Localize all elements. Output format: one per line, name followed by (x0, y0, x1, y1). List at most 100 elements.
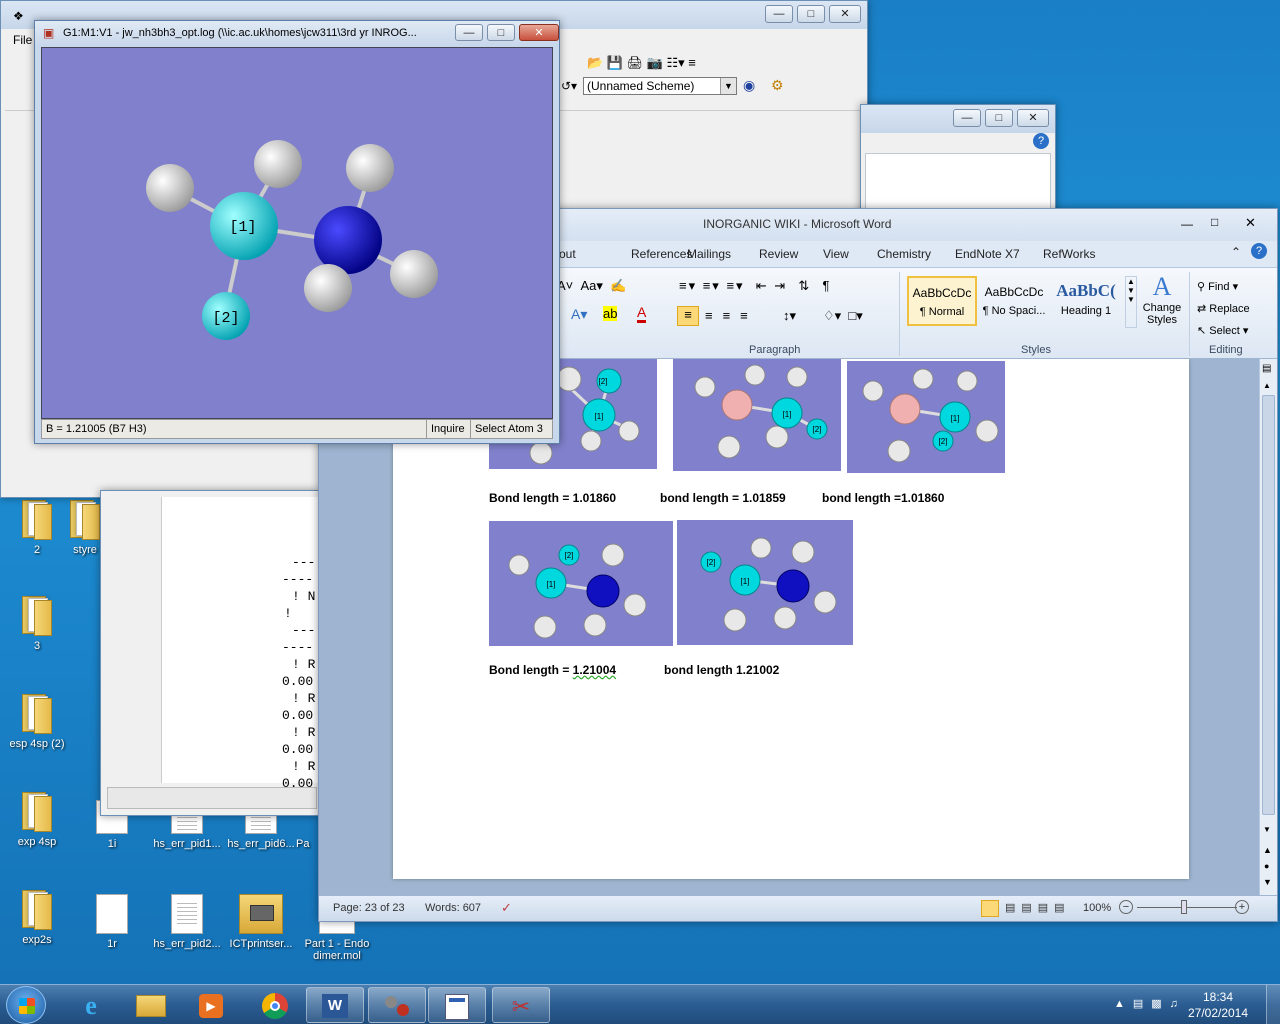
molecule-image-5[interactable]: [2] [1] (677, 520, 853, 645)
close-button[interactable]: ✕ (519, 24, 559, 41)
show-desktop-button[interactable] (1266, 985, 1280, 1024)
close-button[interactable]: ✕ (829, 5, 861, 23)
zoom-in-icon[interactable]: + (1235, 900, 1249, 914)
desktop-icon-label: styre (73, 544, 97, 556)
find-label: Find (1208, 281, 1230, 293)
shading-icon[interactable]: ♢▾ □▾ (823, 308, 863, 324)
tab-mailings[interactable]: Mailings (687, 247, 731, 261)
scheme-select[interactable]: (Unnamed Scheme) ▼ (583, 77, 737, 95)
font-color-icon[interactable]: A (637, 304, 647, 323)
view-mode-icons[interactable]: ▤▤▤▤ (1005, 901, 1071, 914)
maximize-button[interactable]: □ (985, 109, 1013, 127)
style-name: Heading 1 (1060, 305, 1112, 317)
font-size-icons[interactable]: A˅ Aa▾ ✍ (557, 278, 626, 294)
taskbar-chrome[interactable] (246, 987, 304, 1023)
toolbar-icons[interactable]: 📂 💾 🖨 📷 ☷▾ ≡ (587, 55, 696, 71)
style-heading-1[interactable]: AaBbC( Heading 1 (1051, 276, 1121, 326)
close-button[interactable]: ✕ (1245, 215, 1256, 231)
tab-references[interactable]: References (631, 247, 692, 261)
tab-refworks[interactable]: RefWorks (1043, 247, 1095, 261)
taskbar-gaussview[interactable] (368, 987, 426, 1023)
caption-value: 1.21004 (572, 663, 617, 677)
desktop-folder-exp-4sp[interactable]: exp 4sp (5, 792, 69, 848)
change-styles-button[interactable]: A Change Styles (1141, 272, 1183, 326)
tab-layout[interactable]: out (559, 247, 576, 261)
maximize-button[interactable]: □ (487, 24, 515, 41)
browse-object-icon[interactable]: ● (1264, 861, 1269, 871)
find-button[interactable]: ⚲ Find ▾ (1197, 276, 1250, 298)
scroll-down-icon[interactable]: ▼ (1263, 825, 1271, 834)
style-name: ¶ Normal (919, 306, 965, 318)
desktop-file-1r[interactable]: 1r (80, 894, 144, 950)
status-bar: Page: 23 of 23 Words: 607 ✓ ▤▤▤▤ 100% − … (319, 895, 1277, 921)
help-icon[interactable]: ? (1033, 133, 1049, 149)
tab-endnote[interactable]: EndNote X7 (955, 247, 1020, 261)
tab-review[interactable]: Review (759, 247, 798, 261)
chevron-down-icon[interactable]: ▼ (720, 78, 736, 94)
taskbar-media-player[interactable]: ▶ (182, 987, 240, 1023)
proofing-icon[interactable]: ✓ (501, 900, 512, 916)
vertical-scrollbar[interactable]: ▤ ▲ ▼ ▲ ● ▼ (1259, 359, 1277, 895)
select-button[interactable]: ↖ Select ▾ (1197, 320, 1250, 342)
taskbar-text-editor[interactable] (428, 987, 486, 1023)
file-menu[interactable]: File (13, 33, 32, 47)
help-icon[interactable]: ? (1251, 243, 1267, 259)
start-button[interactable] (6, 986, 46, 1024)
molecule-canvas[interactable]: [1] [2] (41, 47, 553, 419)
folder-icon (20, 596, 54, 636)
zoom-level[interactable]: 100% (1083, 902, 1111, 914)
minimize-button[interactable]: — (953, 109, 981, 127)
scroll-up-icon[interactable]: ▲ (1263, 381, 1271, 390)
taskbar-ie[interactable]: e (62, 987, 120, 1023)
taskbar-explorer[interactable] (122, 987, 180, 1023)
molecule-image-4[interactable]: [2] [1] (489, 521, 673, 646)
minimize-button[interactable]: — (455, 24, 483, 41)
desktop-icon-label: hs_err_pid6... (227, 838, 295, 850)
text-effects-icon[interactable]: A▾ (571, 306, 587, 323)
zoom-slider-thumb[interactable] (1181, 900, 1187, 914)
tab-view[interactable]: View (823, 247, 849, 261)
atom-label-2: [2] (212, 310, 239, 327)
highlight-icon[interactable]: ab (603, 306, 618, 321)
align-left-button[interactable]: ≡ (677, 306, 699, 326)
tab-chemistry[interactable]: Chemistry (877, 247, 931, 261)
zoom-slider[interactable] (1137, 907, 1237, 908)
ribbon-collapse-icon[interactable]: ⌃ (1231, 245, 1241, 259)
style-no-spacing[interactable]: AaBbCcDc ¶ No Spaci... (979, 276, 1049, 326)
close-button[interactable]: ✕ (1017, 109, 1049, 127)
styles-scroll[interactable]: ▲ ▼ ▼ (1125, 276, 1137, 328)
chrome-icon (262, 993, 288, 1019)
alignment-icons[interactable]: ≡≡≡ (705, 308, 758, 323)
style-normal[interactable]: AaBbCcDc ¶ Normal (907, 276, 977, 326)
zoom-out-icon[interactable]: − (1119, 900, 1133, 914)
desktop-file-hs-err-pid2[interactable]: hs_err_pid2... (152, 894, 222, 950)
input-line[interactable] (107, 787, 317, 809)
atom-label: [2] (707, 558, 716, 567)
print-layout-view-icon[interactable] (981, 900, 999, 917)
prev-page-icon[interactable]: ▲ (1263, 845, 1272, 855)
system-tray-icons[interactable]: ▲▤▩♫ (1114, 997, 1186, 1010)
scrollbar-thumb[interactable] (1262, 395, 1275, 815)
molecule-image-2[interactable]: [1] [2] (673, 359, 841, 471)
maximize-button[interactable]: □ (797, 5, 825, 23)
line-spacing-icon[interactable]: ↕▾ (783, 308, 796, 324)
desktop-shortcut-ictprintser[interactable]: ICTprintser... (226, 894, 296, 950)
ruler-toggle-icon[interactable]: ▤ (1262, 363, 1271, 374)
replace-button[interactable]: ⇄ Replace (1197, 298, 1250, 320)
word-count[interactable]: Words: 607 (425, 902, 481, 914)
globe-icon[interactable]: ◉ (743, 77, 755, 94)
desktop-folder-esp-4sp-2[interactable]: esp 4sp (2) (5, 694, 69, 750)
molecule-image-3[interactable]: [1] [2] (847, 361, 1005, 473)
settings-icon[interactable]: ⚙ (771, 77, 784, 94)
minimize-button[interactable]: — (765, 5, 793, 23)
next-page-icon[interactable]: ▼ (1263, 877, 1272, 887)
desktop-folder-exp2s[interactable]: exp2s (5, 890, 69, 946)
clock[interactable]: 18:34 27/02/2014 (1186, 989, 1250, 1021)
taskbar-word[interactable]: W (306, 987, 364, 1023)
page-indicator[interactable]: Page: 23 of 23 (333, 902, 405, 914)
taskbar-snipping-tool[interactable]: ✂ (492, 987, 550, 1023)
list-icons[interactable]: ≡▾ ≡▾ ≡▾ ⇤ ⇥ ⇅ ¶ (679, 278, 832, 294)
minimize-button[interactable]: — (1181, 217, 1193, 231)
desktop-folder-3[interactable]: 3 (5, 596, 69, 652)
maximize-button[interactable]: □ (1211, 215, 1218, 229)
